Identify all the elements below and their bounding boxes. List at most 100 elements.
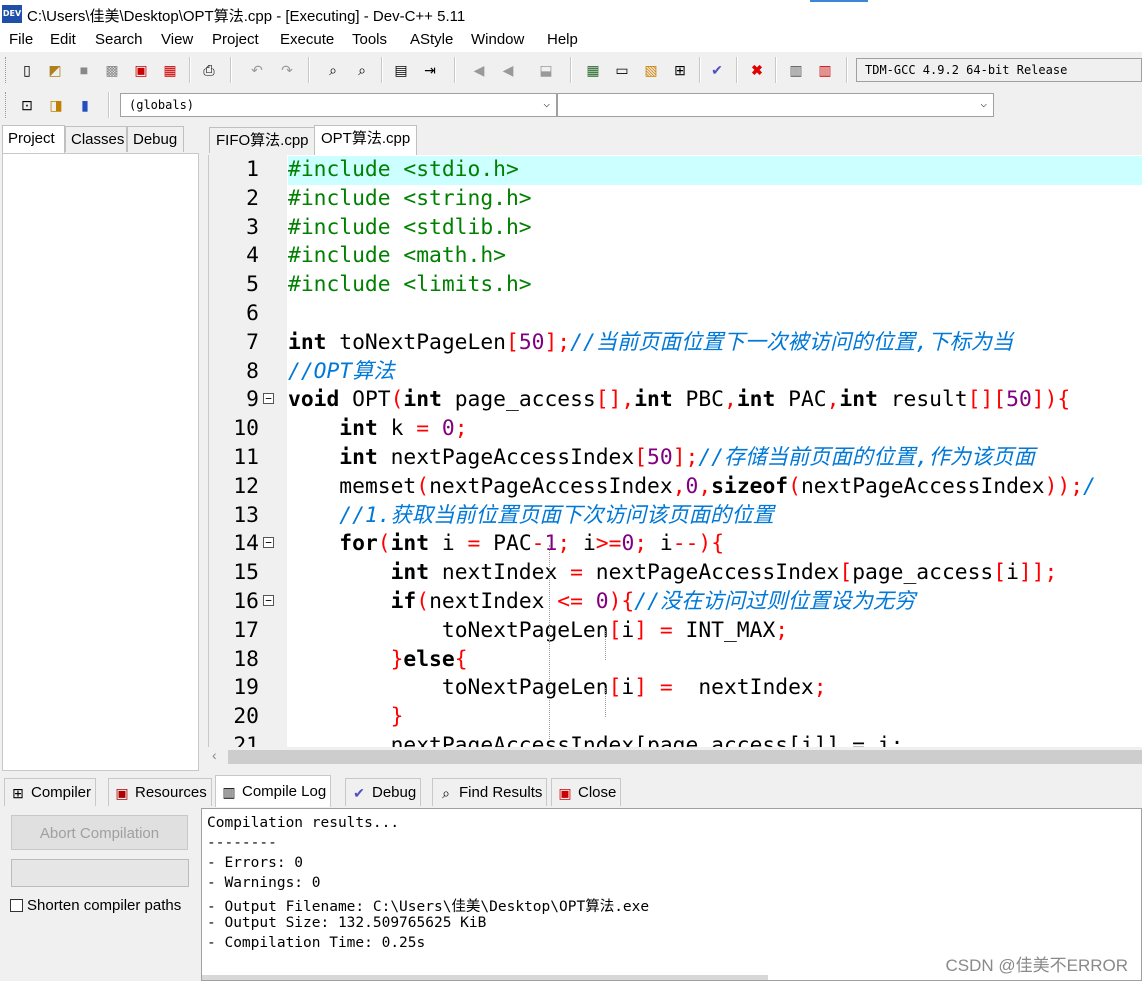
function-select[interactable]: ⌵ bbox=[557, 93, 994, 117]
tab-find-results[interactable]: ⌕ Find Results bbox=[432, 778, 548, 806]
compile-button[interactable]: ▦ bbox=[582, 59, 604, 81]
fold-toggle[interactable]: − bbox=[263, 594, 274, 606]
unindent-icon: ◀ bbox=[502, 61, 514, 78]
insert-icon: ⊡ bbox=[21, 96, 33, 113]
abort-compilation-button[interactable]: Abort Compilation bbox=[11, 815, 188, 850]
new-file-button[interactable]: ▯ bbox=[16, 59, 38, 81]
compiler-select[interactable]: TDM-GCC 4.9.2 64-bit Release bbox=[856, 58, 1142, 82]
code-token: ]){ bbox=[1031, 387, 1071, 413]
goto-bookmark-button[interactable]: ▮ bbox=[74, 94, 96, 116]
tab-label: Resources bbox=[135, 783, 207, 801]
find-icon: ⌕ bbox=[329, 61, 337, 78]
menu-file[interactable]: File bbox=[9, 31, 33, 48]
delete-profile-button[interactable]: ▥ bbox=[814, 59, 836, 81]
editor-horizontal-scrollbar[interactable]: ‹ bbox=[208, 747, 1142, 767]
indent-button[interactable]: ◀ bbox=[468, 59, 490, 81]
toggle-comment-button[interactable]: ⬓ bbox=[535, 59, 557, 81]
menu-window[interactable]: Window bbox=[471, 31, 524, 48]
code-token: i bbox=[429, 531, 468, 557]
goto-function-button[interactable]: ⇥ bbox=[419, 59, 441, 81]
profile-button[interactable]: ▥ bbox=[785, 59, 807, 81]
tab-compiler[interactable]: ⊞ Compiler bbox=[4, 778, 97, 806]
print-icon: ⎙ bbox=[203, 61, 215, 78]
project-tree-pane[interactable] bbox=[2, 153, 199, 771]
code-comment: //1.获取当前位置页面下次访问该页面的位置 bbox=[339, 502, 774, 528]
log-line: Compilation results... bbox=[207, 815, 400, 831]
code-token: } bbox=[390, 646, 404, 672]
compile-run-icon: ▧ bbox=[644, 61, 658, 78]
menu-help[interactable]: Help bbox=[547, 31, 578, 48]
replace-button[interactable]: ⌕ bbox=[351, 59, 373, 81]
code-line: 5 #include <limits.h> bbox=[209, 271, 1142, 300]
tab-compile-log[interactable]: ▥ Compile Log bbox=[215, 775, 332, 807]
menu-view[interactable]: View bbox=[161, 31, 193, 48]
menu-tools[interactable]: Tools bbox=[352, 31, 387, 48]
tab-debug[interactable]: Debug bbox=[127, 126, 184, 152]
toolbar-separator bbox=[454, 57, 456, 83]
code-editor[interactable]: 1 #include <stdio.h> 2 #include <string.h>… bbox=[208, 155, 1142, 747]
code-token: [ bbox=[505, 329, 519, 355]
code-comment: / bbox=[1083, 473, 1096, 499]
goto-bookmark-icon: ▮ bbox=[81, 96, 89, 113]
toolbar-separator bbox=[699, 57, 701, 83]
scrollbar-thumb[interactable] bbox=[228, 750, 1142, 764]
tab-fifo-file[interactable]: FIFO算法.cpp bbox=[209, 127, 316, 153]
tab-resources[interactable]: ▣ Resources bbox=[108, 778, 212, 806]
code-line: 10 int k = 0; bbox=[209, 415, 1142, 444]
goto-line-button[interactable]: ▤ bbox=[390, 59, 412, 81]
menu-edit[interactable]: Edit bbox=[50, 31, 76, 48]
undo-button[interactable]: ↶ bbox=[246, 59, 268, 81]
tab-close[interactable]: ▣ Close bbox=[551, 778, 622, 806]
tab-opt-file[interactable]: OPT算法.cpp bbox=[314, 125, 418, 155]
line-text: nextPageAccessIndex[page_access[i]] = i; bbox=[288, 732, 1142, 747]
checkbox-box[interactable] bbox=[10, 899, 23, 912]
menu-project[interactable]: Project bbox=[212, 31, 259, 48]
compile-run-button[interactable]: ▧ bbox=[640, 59, 662, 81]
toolbar-grip bbox=[5, 92, 9, 118]
toggle-bookmark-button[interactable]: ◨ bbox=[45, 94, 67, 116]
scope-select[interactable]: (globals) ⌵ bbox=[120, 93, 557, 117]
scroll-left-icon[interactable]: ‹ bbox=[212, 747, 217, 763]
save-button[interactable]: ■ bbox=[73, 59, 95, 81]
close-file-button[interactable]: ▣ bbox=[130, 59, 152, 81]
fold-toggle[interactable]: − bbox=[263, 537, 274, 549]
code-token: , bbox=[826, 387, 840, 413]
code-line: 16− if(nextIndex <= 0){//没在访问过则位置设为无穷 bbox=[209, 588, 1142, 617]
close-all-button[interactable]: ▦ bbox=[159, 59, 181, 81]
code-token: ( bbox=[416, 588, 430, 614]
rebuild-button[interactable]: ⊞ bbox=[669, 59, 691, 81]
app-icon: DEV bbox=[2, 5, 22, 23]
shorten-paths-checkbox[interactable]: Shorten compiler paths bbox=[10, 897, 181, 914]
unindent-button[interactable]: ◀ bbox=[497, 59, 519, 81]
fold-toggle[interactable]: − bbox=[263, 393, 274, 405]
code-token: void bbox=[288, 387, 340, 413]
code-line: 13 //1.获取当前位置页面下次访问该页面的位置 bbox=[209, 502, 1142, 531]
log-horizontal-scrollbar[interactable] bbox=[202, 975, 768, 980]
menu-search[interactable]: Search bbox=[95, 31, 143, 48]
redo-button[interactable]: ↷ bbox=[276, 59, 298, 81]
scope-select-value: (globals) bbox=[129, 98, 195, 112]
stop-execution-button[interactable]: ✖ bbox=[746, 59, 768, 81]
tab-debug-output[interactable]: ✔ Debug bbox=[345, 778, 422, 806]
comment-icon: ⬓ bbox=[539, 61, 553, 78]
close-all-icon: ▦ bbox=[163, 61, 177, 78]
code-token: [][ bbox=[967, 387, 1007, 413]
toolbar-grip bbox=[5, 57, 9, 83]
run-button[interactable]: ▭ bbox=[611, 59, 633, 81]
log-line: - Output Filename: C:\Users\佳美\Desktop\O… bbox=[207, 899, 650, 915]
code-token: ( bbox=[377, 531, 391, 557]
tab-classes[interactable]: Classes bbox=[65, 126, 127, 152]
open-button[interactable]: ◩ bbox=[44, 59, 66, 81]
code-token: #include <stdlib.h> bbox=[288, 214, 532, 240]
tab-project[interactable]: Project bbox=[2, 125, 65, 153]
syntax-check-button[interactable]: ✔ bbox=[706, 59, 728, 81]
menu-astyle[interactable]: AStyle bbox=[410, 31, 453, 48]
save-all-button[interactable]: ▩ bbox=[101, 59, 123, 81]
find-button[interactable]: ⌕ bbox=[322, 59, 344, 81]
line-number: 7 bbox=[246, 329, 259, 355]
code-token: )); bbox=[1044, 473, 1084, 499]
tab-label: Compile Log bbox=[242, 782, 327, 800]
menu-execute[interactable]: Execute bbox=[280, 31, 334, 48]
print-button[interactable]: ⎙ bbox=[198, 59, 220, 81]
insert-button[interactable]: ⊡ bbox=[16, 94, 38, 116]
